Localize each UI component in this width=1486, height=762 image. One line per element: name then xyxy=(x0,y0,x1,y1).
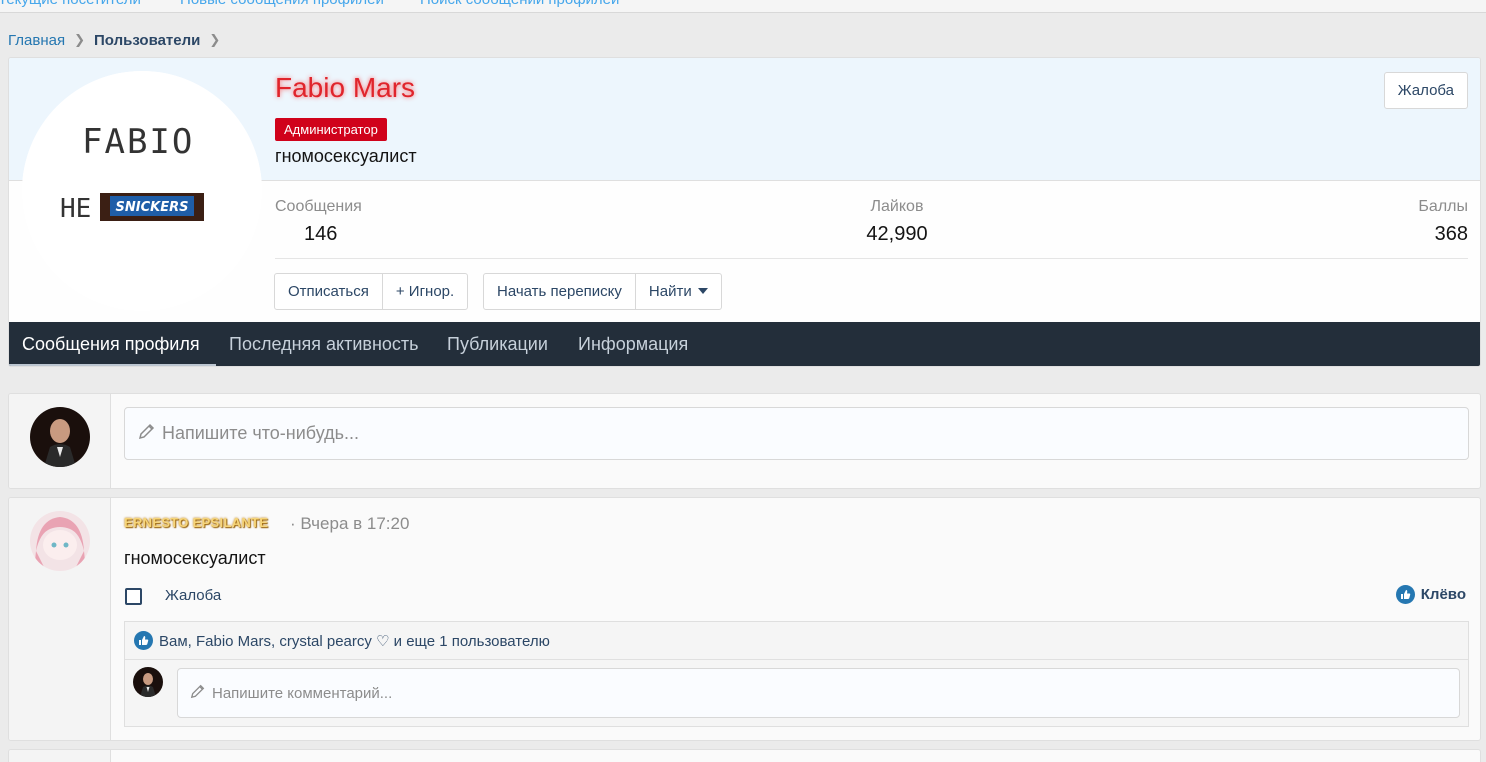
post-author-avatar[interactable] xyxy=(30,511,90,571)
stat-likes[interactable]: Лайков 42,990 xyxy=(862,198,932,246)
avatar-handwritten-text-2: НЕ xyxy=(60,194,91,224)
user-title: гномосексуалист xyxy=(275,146,417,166)
divider xyxy=(125,659,1468,660)
select-checkbox[interactable] xyxy=(125,588,142,605)
profile-avatar[interactable]: FABIO НЕ SNICKERS xyxy=(22,71,262,311)
like-button[interactable]: Клёво xyxy=(1395,585,1466,604)
stat-messages[interactable]: Сообщения 146 xyxy=(275,198,362,246)
top-sub-nav: Текущие посетители Новые сообщения профи… xyxy=(0,0,1486,13)
profile-username[interactable]: Fabio Mars xyxy=(275,72,415,104)
tab-postings[interactable]: Публикации xyxy=(447,322,548,366)
profile-post-next xyxy=(8,749,1481,762)
like-label: Клёво xyxy=(1420,586,1466,603)
chevron-right-icon: ❯ xyxy=(74,32,85,47)
chevron-down-icon xyxy=(697,287,708,294)
profile-post-placeholder: Напишите что-нибудь... xyxy=(162,423,359,443)
snickers-logo-text: SNICKERS xyxy=(116,200,189,215)
stat-value: 146 xyxy=(304,223,338,245)
reactions-summary[interactable]: Вам, Fabio Mars, crystal pearcy ♡ и еще … xyxy=(134,631,550,650)
stat-value: 368 xyxy=(1434,223,1468,245)
profile-post-composer: Напишите что-нибудь... xyxy=(8,393,1481,489)
breadcrumb-members[interactable]: Пользователи xyxy=(94,32,200,49)
post-avatar-column xyxy=(9,750,111,762)
stat-label: Лайков xyxy=(870,198,924,215)
start-conversation-button[interactable]: Начать переписку xyxy=(484,274,635,309)
profile-post-input[interactable]: Напишите что-нибудь... xyxy=(124,407,1469,460)
role-badge: Администратор xyxy=(275,118,387,141)
find-dropdown-button[interactable]: Найти xyxy=(634,274,721,309)
conversation-find-group: Начать переписку Найти xyxy=(483,273,722,310)
post-time-separator: · xyxy=(290,514,296,533)
post-report-link[interactable]: Жалоба xyxy=(165,587,221,604)
profile-tabs: Сообщения профиля Последняя активность П… xyxy=(9,322,1480,366)
tab-latest-activity[interactable]: Последняя активность xyxy=(229,322,419,366)
tab-profile-posts[interactable]: Сообщения профиля xyxy=(22,322,200,366)
top-nav-link-search-profile-posts[interactable]: Поиск сообщений профилей xyxy=(420,0,619,8)
breadcrumb-home[interactable]: Главная xyxy=(8,32,65,49)
find-label: Найти xyxy=(648,283,692,300)
stat-value: 42,990 xyxy=(866,223,928,245)
stat-points[interactable]: Баллы 368 xyxy=(1418,198,1468,246)
comment-input[interactable]: Напишите комментарий... xyxy=(177,668,1460,718)
top-nav-link-new-profile-posts[interactable]: Новые сообщения профилей xyxy=(180,0,384,8)
profile-post: ERNESTO EPSILANTE · Вчера в 17:20 гномос… xyxy=(8,497,1481,741)
reactions-text: Вам, Fabio Mars, crystal pearcy ♡ и еще … xyxy=(159,632,550,650)
profile-header-card: FABIO НЕ SNICKERS Fabio Mars Администрат… xyxy=(8,57,1481,367)
post-text: гномосексуалист xyxy=(124,548,266,568)
tab-about[interactable]: Информация xyxy=(578,322,688,366)
like-thumb-icon xyxy=(134,631,153,650)
current-user-avatar[interactable] xyxy=(30,407,90,467)
comment-user-avatar[interactable] xyxy=(133,667,163,697)
post-reactions-and-comments: Вам, Fabio Mars, crystal pearcy ♡ и еще … xyxy=(124,621,1469,727)
breadcrumb: Главная ❯ Пользователи ❯ xyxy=(8,31,229,49)
comment-placeholder: Напишите комментарий... xyxy=(212,684,393,702)
unfollow-button[interactable]: Отписаться xyxy=(275,274,382,309)
ignore-button[interactable]: + Игнор. xyxy=(381,274,467,309)
pencil-icon xyxy=(138,422,156,445)
post-time-value: Вчера в 17:20 xyxy=(300,514,410,533)
post-time[interactable]: · Вчера в 17:20 xyxy=(290,514,409,534)
pencil-icon xyxy=(190,683,206,703)
follow-ignore-group: Отписаться + Игнор. xyxy=(274,273,469,310)
stat-label: Баллы xyxy=(1418,198,1468,215)
top-nav-link-current-visitors[interactable]: Текущие посетители xyxy=(0,0,141,8)
chevron-right-icon: ❯ xyxy=(209,32,221,47)
report-button[interactable]: Жалоба xyxy=(1383,72,1468,109)
post-author-name[interactable]: ERNESTO EPSILANTE xyxy=(124,515,268,530)
stat-label: Сообщения xyxy=(275,198,362,215)
avatar-handwritten-text: FABIO xyxy=(82,122,194,162)
divider xyxy=(275,258,1468,259)
active-tab-indicator xyxy=(9,364,216,366)
like-thumb-icon xyxy=(1395,585,1415,604)
